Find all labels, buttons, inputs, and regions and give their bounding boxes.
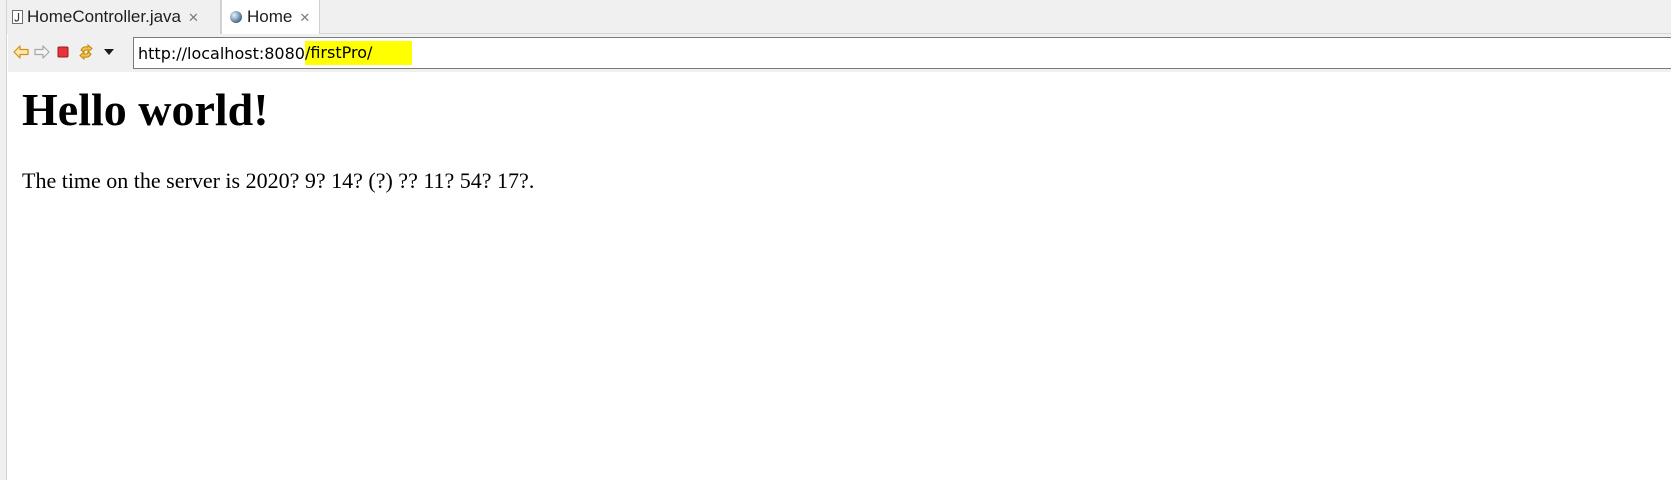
close-icon[interactable]: ✕ — [299, 11, 310, 24]
refresh-icon[interactable] — [76, 42, 96, 62]
server-time-message: The time on the server is 2020? 9? 14? (… — [22, 168, 535, 193]
url-field[interactable]: http://localhost:8080/firstPro/ — [133, 37, 1671, 69]
close-icon[interactable]: ✕ — [188, 11, 199, 24]
editor-tab-bar: HomeController.java ✕ Home ✕ — [0, 0, 1671, 34]
url-highlighted-path: /firstPro/ — [304, 41, 413, 65]
url-prefix: http://localhost:8080 — [138, 43, 305, 63]
tab-home[interactable]: Home ✕ — [221, 0, 320, 34]
dropdown-arrow-icon[interactable] — [99, 42, 119, 62]
java-file-icon — [12, 10, 23, 24]
stop-icon[interactable] — [53, 42, 73, 62]
globe-icon — [229, 10, 243, 24]
tab-homecontroller-java[interactable]: HomeController.java ✕ — [0, 0, 221, 34]
browser-page: Hello world! The time on the server is 2… — [8, 72, 1671, 480]
page-heading: Hello world! — [22, 84, 269, 135]
back-arrow-icon[interactable] — [11, 42, 31, 62]
browser-toolbar: http://localhost:8080/firstPro/ — [8, 34, 1671, 72]
tab-label: HomeController.java — [27, 7, 182, 26]
forward-arrow-icon[interactable] — [32, 42, 52, 62]
left-border — [0, 0, 7, 480]
tab-label: Home — [247, 7, 293, 26]
